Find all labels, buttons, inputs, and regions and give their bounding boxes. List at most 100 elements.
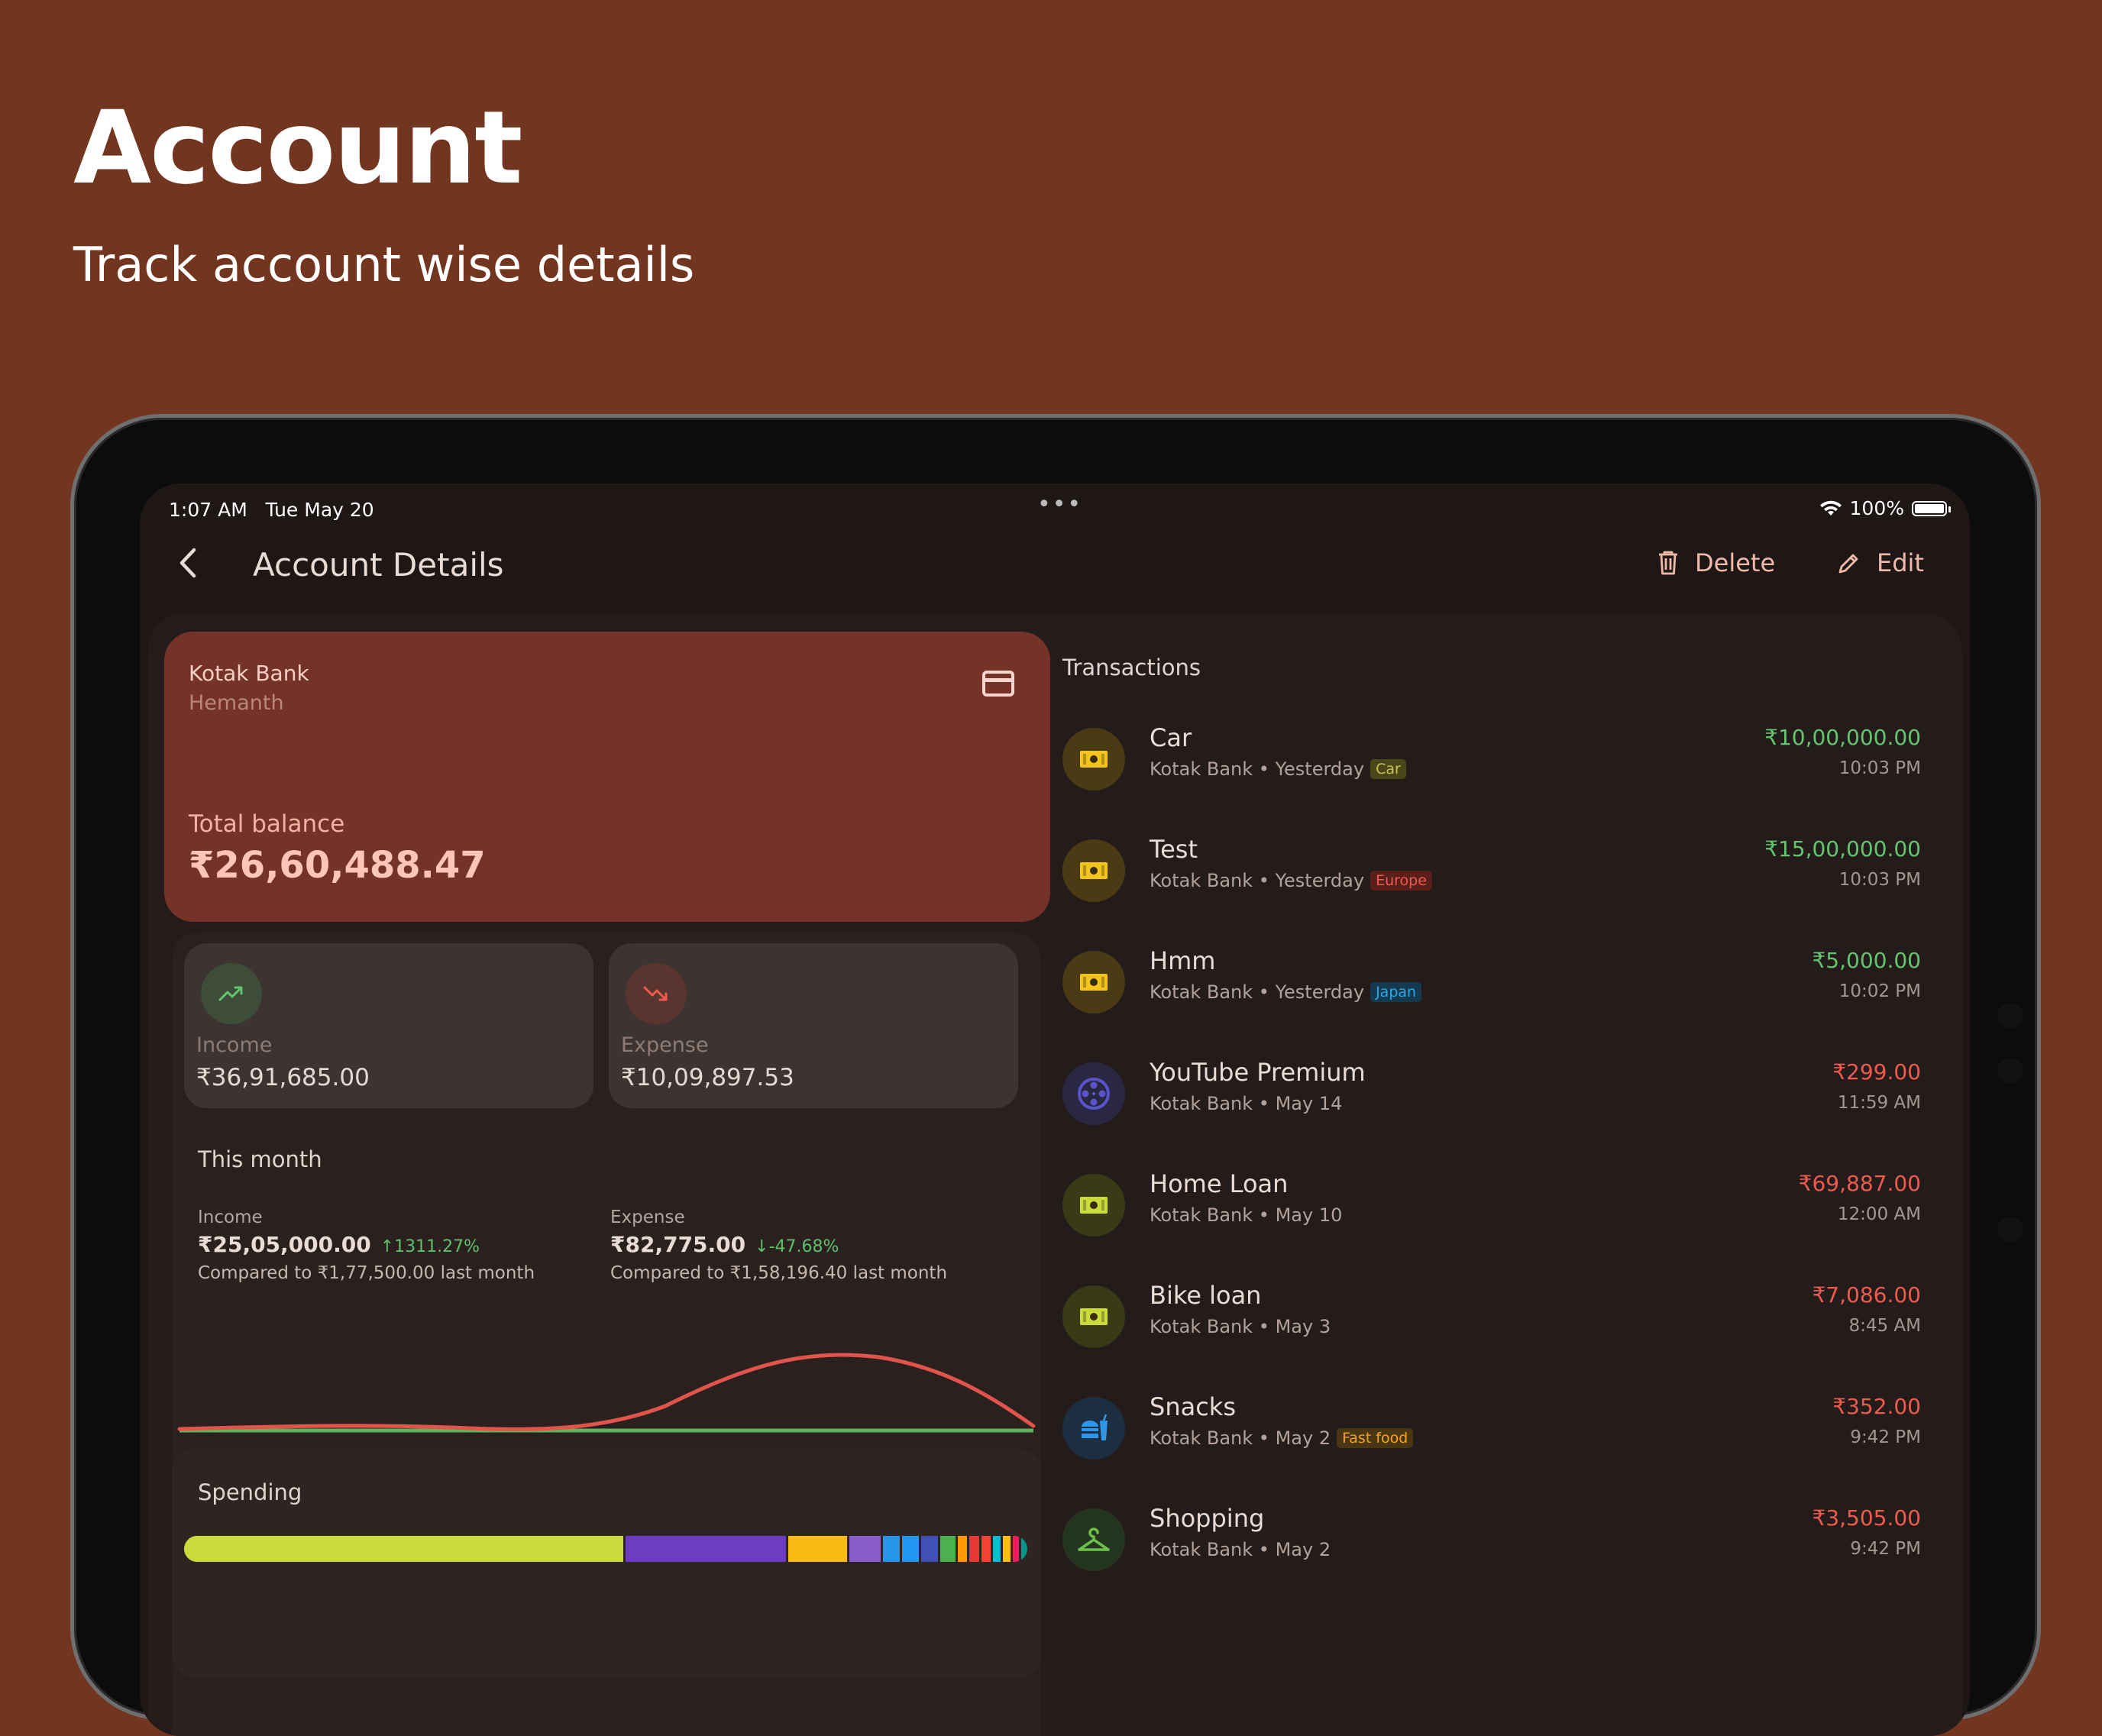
transaction-time: 8:45 AM xyxy=(1848,1316,1921,1336)
side-dot xyxy=(1997,1058,2023,1084)
trash-icon xyxy=(1659,551,1677,575)
promo-title: Account xyxy=(73,89,522,207)
transaction-meta: Kotak Bank • May 14 xyxy=(1150,1093,1343,1114)
month-trend-chart xyxy=(177,1353,1036,1433)
spending-segment xyxy=(1020,1536,1027,1562)
transaction-row[interactable]: YouTube Premium Kotak Bank • May 14 ₹299… xyxy=(1062,1055,1926,1139)
spending-segment xyxy=(788,1536,848,1562)
expense-label: Expense xyxy=(621,1033,709,1057)
transaction-row[interactable]: Shopping Kotak Bank • May 2 ₹3,505.00 9:… xyxy=(1062,1501,1926,1585)
account-holder: Hemanth xyxy=(189,691,284,715)
transaction-amount: ₹69,887.00 xyxy=(1798,1171,1921,1196)
screen: 1:07 AM Tue May 20 ••• 100% Account Deta… xyxy=(140,483,1970,1736)
spending-segment xyxy=(849,1536,881,1562)
chevron-left-icon xyxy=(179,548,196,578)
transactions-panel: Transactions Car Kotak Bank • Yesterday C… xyxy=(1062,613,1948,1736)
transaction-time: 11:59 AM xyxy=(1837,1093,1921,1113)
month-income: Income ₹25,05,000.00 ↑1311.27% Compared … xyxy=(198,1207,535,1283)
transaction-amount: ₹352.00 xyxy=(1832,1394,1921,1419)
transaction-name: Car xyxy=(1150,723,1192,752)
cash-icon xyxy=(1078,1306,1109,1327)
transaction-meta: Kotak Bank • May 10 xyxy=(1150,1204,1343,1226)
spending-segment xyxy=(981,1536,991,1562)
month-income-value: ₹25,05,000.00 xyxy=(198,1232,371,1257)
transaction-row[interactable]: Test Kotak Bank • Yesterday Europe ₹15,00… xyxy=(1062,832,1926,916)
expense-tile[interactable]: Expense ₹10,09,897.53 xyxy=(609,943,1018,1108)
month-expense-label: Expense xyxy=(610,1207,685,1227)
transaction-meta: Kotak Bank • Yesterday xyxy=(1150,758,1365,780)
trending-up-icon xyxy=(218,986,243,1001)
expense-value: ₹10,09,897.53 xyxy=(621,1064,794,1091)
transaction-amount: ₹7,086.00 xyxy=(1812,1282,1921,1308)
transaction-tag: Car xyxy=(1370,759,1406,779)
edit-label: Edit xyxy=(1877,548,1924,577)
side-dot xyxy=(1997,1217,2023,1243)
transaction-tag: Europe xyxy=(1370,871,1432,891)
transaction-tag: Japan xyxy=(1370,982,1422,1002)
income-tile[interactable]: Income ₹36,91,685.00 xyxy=(184,943,593,1108)
transaction-name: YouTube Premium xyxy=(1150,1058,1366,1087)
month-expense-compare: Compared to ₹1,58,196.40 last month xyxy=(610,1263,948,1283)
transaction-meta: Kotak Bank • Yesterday xyxy=(1150,870,1365,891)
fast-food-icon xyxy=(1077,1411,1111,1445)
income-label: Income xyxy=(196,1033,273,1057)
battery-percent: 100% xyxy=(1849,497,1904,519)
transaction-name: Home Loan xyxy=(1150,1169,1289,1198)
balance-value: ₹26,60,488.47 xyxy=(189,844,486,887)
month-income-change: ↑1311.27% xyxy=(380,1237,480,1256)
spending-segment xyxy=(969,1536,979,1562)
delete-label: Delete xyxy=(1695,548,1776,577)
transaction-name: Shopping xyxy=(1150,1504,1265,1533)
transaction-time: 12:00 AM xyxy=(1837,1204,1921,1224)
spending-title: Spending xyxy=(198,1479,302,1505)
multitask-dots[interactable]: ••• xyxy=(1037,491,1082,518)
page-title: Account Details xyxy=(253,546,504,584)
month-income-compare: Compared to ₹1,77,500.00 last month xyxy=(198,1263,535,1283)
spending-segment xyxy=(626,1536,787,1562)
this-month-title: This month xyxy=(198,1146,322,1172)
film-reel-icon xyxy=(1077,1077,1111,1110)
transaction-time: 9:42 PM xyxy=(1850,1427,1921,1447)
spending-card[interactable]: Spending xyxy=(172,1449,1041,1678)
transaction-time: 10:03 PM xyxy=(1838,870,1921,890)
month-income-label: Income xyxy=(198,1207,263,1227)
edit-button[interactable]: Edit xyxy=(1837,541,1924,584)
transaction-tag: Fast food xyxy=(1337,1428,1414,1448)
spending-segment xyxy=(882,1536,900,1562)
status-time: 1:07 AM xyxy=(169,499,247,521)
cash-icon xyxy=(1078,971,1109,993)
promo-subtitle: Track account wise details xyxy=(73,237,695,293)
cash-icon xyxy=(1078,860,1109,881)
transaction-amount: ₹10,00,000.00 xyxy=(1764,725,1921,750)
battery-icon xyxy=(1912,500,1951,516)
delete-button[interactable]: Delete xyxy=(1657,541,1775,584)
income-value: ₹36,91,685.00 xyxy=(196,1064,370,1091)
transaction-name: Snacks xyxy=(1150,1392,1236,1421)
back-button[interactable] xyxy=(169,543,209,583)
transaction-name: Bike loan xyxy=(1150,1281,1262,1310)
transaction-row[interactable]: Snacks Kotak Bank • May 2 Fast food ₹352.… xyxy=(1062,1389,1926,1473)
transaction-amount: ₹15,00,000.00 xyxy=(1764,836,1921,862)
transaction-meta: Kotak Bank • May 2 xyxy=(1150,1427,1331,1449)
transaction-row[interactable]: Hmm Kotak Bank • Yesterday Japan ₹5,000.0… xyxy=(1062,943,1926,1027)
transaction-row[interactable]: Home Loan Kotak Bank • May 10 ₹69,887.00… xyxy=(1062,1166,1926,1250)
transactions-title: Transactions xyxy=(1062,655,1201,680)
stats-section: Income ₹36,91,685.00 Expense ₹10,09,897.… xyxy=(172,933,1041,1736)
balance-label: Total balance xyxy=(189,810,345,838)
transaction-name: Hmm xyxy=(1150,946,1216,975)
wifi-icon xyxy=(1819,500,1842,516)
account-card[interactable]: Kotak Bank Hemanth Total balance ₹26,60,… xyxy=(164,632,1050,922)
spending-segment xyxy=(920,1536,939,1562)
transaction-name: Test xyxy=(1150,835,1198,864)
spending-segment xyxy=(992,1536,1001,1562)
transaction-amount: ₹5,000.00 xyxy=(1812,948,1921,973)
transaction-amount: ₹299.00 xyxy=(1832,1059,1921,1085)
spending-segment xyxy=(184,1536,624,1562)
transaction-time: 10:03 PM xyxy=(1838,758,1921,778)
hanger-icon xyxy=(1076,1524,1111,1555)
transaction-row[interactable]: Bike loan Kotak Bank • May 3 ₹7,086.00 8… xyxy=(1062,1278,1926,1362)
transaction-row[interactable]: Car Kotak Bank • Yesterday Car ₹10,00,000… xyxy=(1062,720,1926,804)
app-bar: Account Details Delete Edit xyxy=(140,526,1970,600)
content-area: Kotak Bank Hemanth Total balance ₹26,60,… xyxy=(147,613,1962,1736)
transaction-amount: ₹3,505.00 xyxy=(1812,1505,1921,1531)
